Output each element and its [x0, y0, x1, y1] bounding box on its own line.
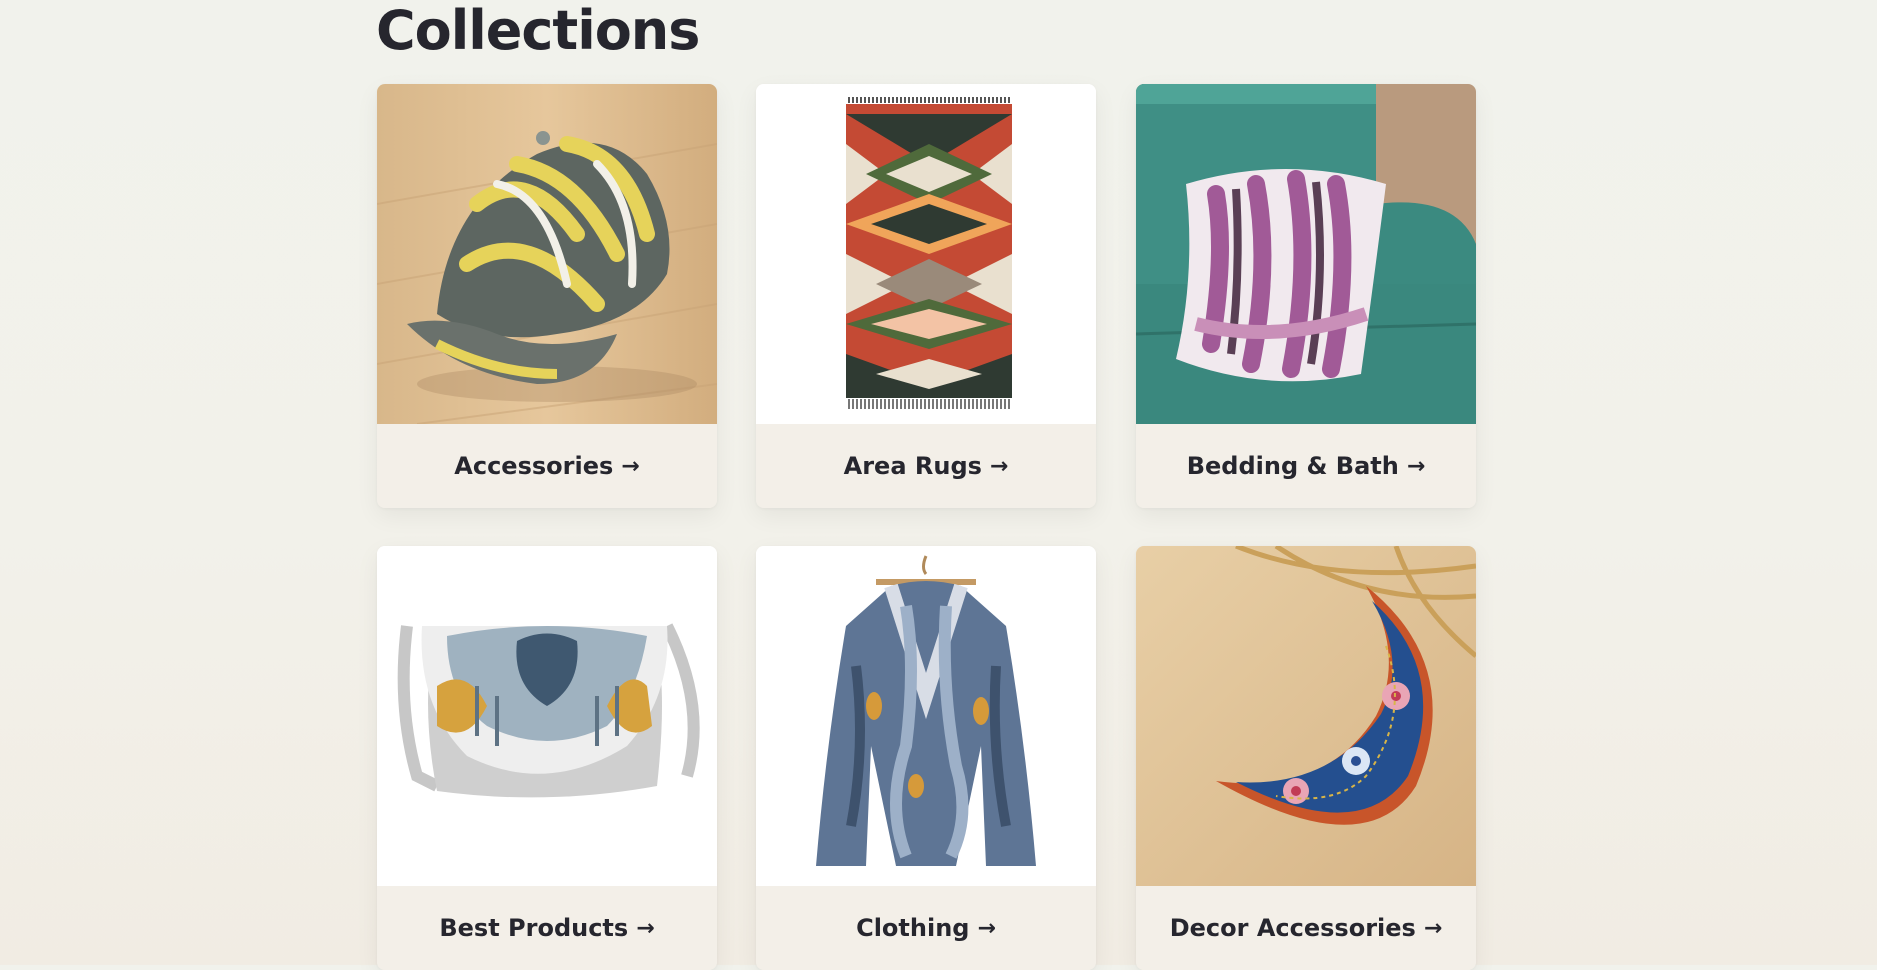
collection-label-accessories[interactable]: Accessories →: [377, 424, 717, 508]
area-rugs-image: [756, 84, 1096, 424]
collection-name: Clothing: [856, 914, 970, 942]
arrow-right-icon: →: [621, 453, 640, 479]
arrow-right-icon: →: [636, 915, 655, 941]
arrow-right-icon: →: [989, 453, 1009, 479]
collection-card-bedding-bath[interactable]: Bedding & Bath →: [1136, 84, 1476, 508]
bedding-bath-image: [1136, 84, 1476, 424]
collection-name: Best Products: [439, 914, 629, 942]
collection-label-decor-accessories[interactable]: Decor Accessories →: [1136, 886, 1476, 970]
collection-name: Accessories: [454, 452, 614, 480]
arrow-right-icon: →: [977, 915, 996, 941]
collection-label-area-rugs[interactable]: Area Rugs →: [756, 424, 1096, 508]
collection-card-best-products[interactable]: Best Products →: [377, 546, 717, 970]
accessories-image: [377, 84, 717, 424]
clothing-image: [756, 546, 1096, 886]
collection-name: Area Rugs: [843, 452, 982, 480]
collection-label-best-products[interactable]: Best Products →: [377, 886, 717, 970]
collection-card-area-rugs[interactable]: Area Rugs →: [756, 84, 1096, 508]
arrow-right-icon: →: [1406, 453, 1426, 479]
collection-label-bedding-bath[interactable]: Bedding & Bath →: [1136, 424, 1476, 508]
arrow-right-icon: →: [1423, 915, 1443, 941]
collection-card-clothing[interactable]: Clothing →: [756, 546, 1096, 970]
collection-name: Bedding & Bath: [1186, 452, 1399, 480]
collection-name: Decor Accessories: [1169, 914, 1416, 942]
page-title: Collections: [376, 0, 700, 62]
collection-card-accessories[interactable]: Accessories →: [377, 84, 717, 508]
decor-accessories-image: [1136, 546, 1476, 886]
collection-card-decor-accessories[interactable]: Decor Accessories →: [1136, 546, 1476, 970]
best-products-image: [377, 546, 717, 886]
collection-label-clothing[interactable]: Clothing →: [756, 886, 1096, 970]
